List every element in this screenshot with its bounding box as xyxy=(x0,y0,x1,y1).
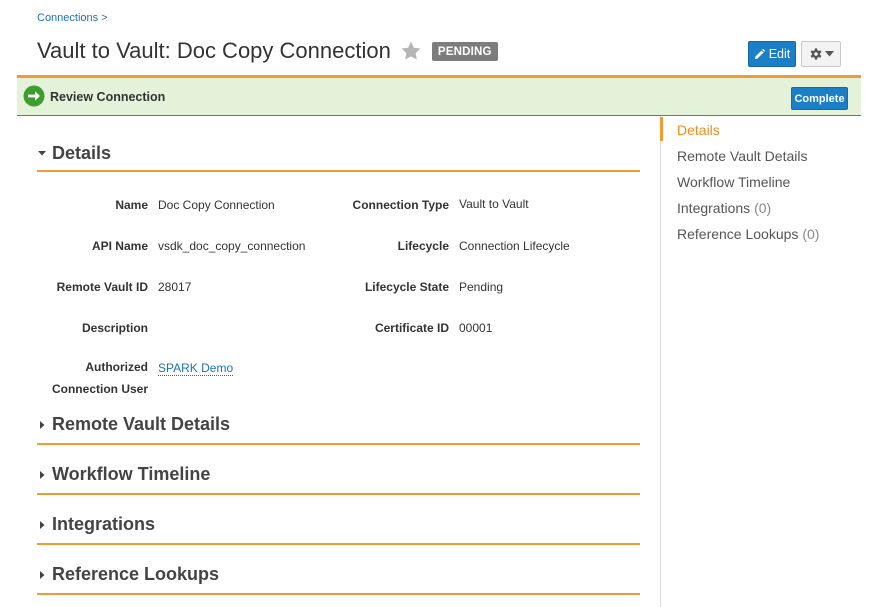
edit-button-label: Edit xyxy=(768,47,791,61)
gear-icon xyxy=(810,48,821,60)
field-label-lifecycle-state: Lifecycle State xyxy=(364,280,449,294)
section-title-workflow-timeline: Workflow Timeline xyxy=(52,464,211,484)
section-title-integrations: Integrations xyxy=(52,514,156,534)
side-nav-count: (0) xyxy=(754,200,772,216)
gear-menu-button[interactable] xyxy=(801,41,841,67)
field-label-certificate-id: Certificate ID xyxy=(374,321,449,335)
section-header-remote-vault-details[interactable]: Remote Vault Details xyxy=(37,406,640,445)
field-value-remote-vault-id: 28017 xyxy=(158,280,192,294)
side-nav-count: (0) xyxy=(802,226,820,242)
field-label-api-name: API Name xyxy=(91,239,148,253)
field-label-name: Name xyxy=(115,198,148,212)
breadcrumb: Connections > xyxy=(37,12,108,24)
status-badge: PENDING xyxy=(431,41,498,61)
workflow-bar: Review Connection Complete xyxy=(17,75,861,116)
pencil-icon xyxy=(754,48,765,59)
side-nav-item-workflow-timeline[interactable]: Workflow Timeline xyxy=(677,174,790,190)
chevron-down-icon xyxy=(824,51,834,57)
side-nav-item-remote-vault-details[interactable]: Remote Vault Details xyxy=(677,148,807,164)
field-label-lifecycle: Lifecycle xyxy=(397,239,449,253)
workflow-label: Review Connection xyxy=(50,90,166,104)
caret-right-icon xyxy=(40,520,45,529)
side-nav-label: Details xyxy=(677,122,720,138)
field-value-authorized-user: SPARK Demo xyxy=(158,361,234,376)
breadcrumb-link-connections[interactable]: Connections xyxy=(37,12,98,24)
field-label-authorized-user-line1: Authorized xyxy=(85,360,148,374)
edit-button[interactable]: Edit xyxy=(748,41,796,67)
page-title: Vault to Vault: Doc Copy Connection xyxy=(37,38,391,63)
field-label-remote-vault-id: Remote Vault ID xyxy=(56,280,148,294)
sidebar-divider xyxy=(660,116,661,607)
side-nav-item-reference-lookups[interactable]: Reference Lookups (0) xyxy=(677,226,819,242)
field-value-api-name: vsdk_doc_copy_connection xyxy=(158,239,306,253)
side-nav-item-integrations[interactable]: Integrations (0) xyxy=(677,200,771,216)
section-header-integrations[interactable]: Integrations xyxy=(37,506,640,545)
section-title-details: Details xyxy=(52,142,112,163)
side-nav-label: Remote Vault Details xyxy=(677,148,808,164)
field-value-lifecycle: Connection Lifecycle xyxy=(459,239,570,253)
caret-right-icon xyxy=(40,570,45,579)
side-nav-label: Workflow Timeline xyxy=(677,174,791,190)
authorized-user-link[interactable]: SPARK Demo xyxy=(158,361,234,376)
complete-button[interactable]: Complete xyxy=(791,87,848,110)
section-header-details[interactable]: Details xyxy=(37,136,640,172)
caret-down-icon xyxy=(38,151,46,156)
side-nav-label: Reference Lookups xyxy=(677,226,799,242)
title-row: Vault to Vault: Doc Copy Connection PEND… xyxy=(37,38,498,64)
section-title-remote-vault-details: Remote Vault Details xyxy=(52,414,231,434)
field-label-connection-type: Connection Type xyxy=(352,198,449,212)
arrow-circle-right-icon xyxy=(23,85,45,107)
star-icon[interactable] xyxy=(400,40,422,62)
field-label-description: Description xyxy=(81,321,148,335)
field-label-authorized-user-line2: Connection User xyxy=(51,382,148,396)
caret-right-icon xyxy=(40,470,45,479)
section-header-reference-lookups[interactable]: Reference Lookups xyxy=(37,556,640,595)
section-title-reference-lookups: Reference Lookups xyxy=(52,564,220,584)
caret-right-icon xyxy=(40,420,45,429)
section-header-workflow-timeline[interactable]: Workflow Timeline xyxy=(37,456,640,495)
side-nav-item-details[interactable]: Details xyxy=(677,122,720,138)
field-value-name: Doc Copy Connection xyxy=(158,198,275,212)
field-value-lifecycle-state: Pending xyxy=(459,280,504,294)
field-value-connection-type: Vault to Vault xyxy=(459,197,529,211)
breadcrumb-separator: > xyxy=(101,12,108,24)
sidebar-active-indicator xyxy=(660,117,663,141)
side-nav-label: Integrations xyxy=(677,200,751,216)
field-value-certificate-id: 00001 xyxy=(459,321,493,335)
